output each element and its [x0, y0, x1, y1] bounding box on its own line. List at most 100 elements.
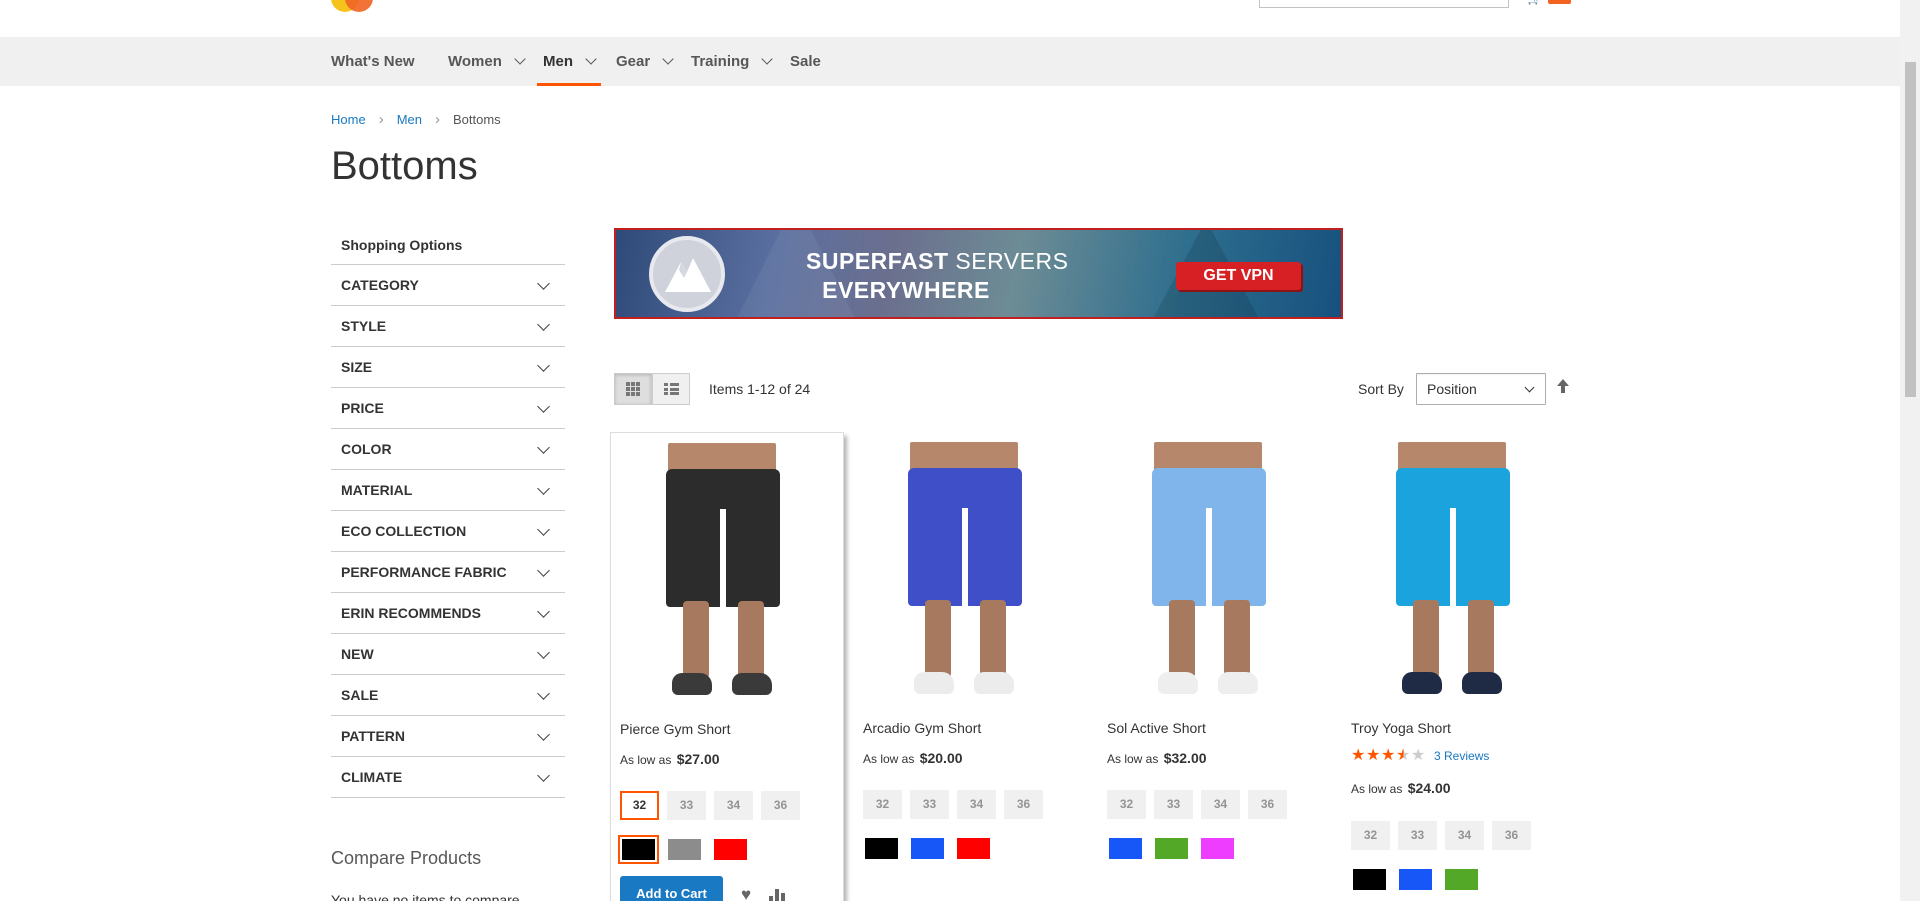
get-vpn-button[interactable]: GET VPN — [1176, 262, 1301, 290]
size-swatch[interactable]: 33 — [1398, 821, 1437, 850]
filter-performance-fabric[interactable]: PERFORMANCE FABRIC — [331, 552, 565, 593]
star-icon: ★ — [1366, 747, 1381, 764]
color-swatch[interactable] — [713, 838, 748, 861]
breadcrumb-home[interactable]: Home — [331, 112, 366, 127]
color-swatch[interactable] — [667, 838, 702, 861]
color-swatch[interactable] — [1444, 868, 1479, 891]
product-name[interactable]: Pierce Gym Short — [620, 721, 730, 737]
sort-direction-arrow-icon[interactable] — [1554, 379, 1572, 397]
filter-label: NEW — [341, 646, 374, 662]
color-swatch[interactable] — [1154, 837, 1189, 860]
color-swatch[interactable] — [1108, 837, 1143, 860]
filter-label: ERIN RECOMMENDS — [341, 605, 482, 621]
filter-eco-collection[interactable]: ECO COLLECTION — [331, 511, 565, 552]
wishlist-heart-icon[interactable]: ♥ — [741, 885, 751, 901]
mountain-logo-icon — [649, 236, 725, 312]
compare-chart-icon[interactable] — [769, 887, 787, 901]
product-card[interactable]: Pierce Gym Short As low as $27.00 32 33 … — [610, 432, 844, 901]
chevron-down-icon — [537, 605, 550, 618]
size-swatch[interactable]: 33 — [667, 791, 706, 820]
breadcrumb-separator-icon: › — [434, 111, 440, 128]
size-swatch[interactable]: 34 — [1445, 821, 1484, 850]
sort-by-select[interactable]: Position — [1416, 373, 1546, 405]
color-swatch[interactable] — [910, 837, 945, 860]
size-swatch[interactable]: 32 — [1107, 790, 1146, 819]
scrollbar-thumb[interactable] — [1905, 62, 1916, 397]
sort-by-value: Position — [1427, 381, 1477, 397]
product-name[interactable]: Troy Yoga Short — [1351, 720, 1451, 736]
filter-pattern[interactable]: PATTERN — [331, 716, 565, 757]
filter-price[interactable]: PRICE — [331, 388, 565, 429]
cart-counter-badge[interactable] — [1548, 0, 1571, 4]
reviews-link[interactable]: 3 Reviews — [1434, 749, 1489, 763]
filter-erin-recommends[interactable]: ERIN RECOMMENDS — [331, 593, 565, 634]
cart-icon[interactable]: 🛒 — [1527, 0, 1542, 4]
filter-color[interactable]: COLOR — [331, 429, 565, 470]
size-swatch[interactable]: 32 — [1351, 821, 1390, 850]
size-swatch[interactable]: 34 — [1201, 790, 1240, 819]
compare-products-title: Compare Products — [331, 848, 482, 868]
size-swatch[interactable]: 36 — [761, 791, 800, 820]
store-logo[interactable] — [331, 0, 377, 12]
chevron-down-icon — [537, 441, 550, 454]
size-swatch[interactable]: 36 — [1492, 821, 1531, 850]
grid-view-toggle[interactable] — [614, 373, 652, 405]
vpn-banner-ad[interactable]: SUPERFAST SERVERS EVERYWHERE GET VPN — [614, 228, 1343, 319]
list-view-toggle[interactable] — [652, 373, 690, 405]
chevron-down-icon — [537, 277, 550, 290]
color-swatch[interactable] — [618, 835, 659, 864]
filter-material[interactable]: MATERIAL — [331, 470, 565, 511]
search-input[interactable] — [1259, 0, 1509, 8]
color-swatch[interactable] — [956, 837, 991, 860]
nav-sale[interactable]: Sale — [790, 37, 821, 86]
add-to-cart-button[interactable]: Add to Cart — [620, 876, 723, 901]
nav-whats-new[interactable]: What's New — [331, 37, 415, 86]
nav-label: Women — [448, 52, 502, 70]
filter-sale[interactable]: SALE — [331, 675, 565, 716]
size-options: 32 33 34 36 — [1351, 821, 1531, 850]
color-swatch[interactable] — [864, 837, 899, 860]
filter-category[interactable]: CATEGORY — [331, 265, 565, 306]
size-swatch[interactable]: 34 — [957, 790, 996, 819]
price-prefix: As low as — [620, 753, 672, 767]
size-swatch[interactable]: 36 — [1248, 790, 1287, 819]
product-image[interactable] — [628, 443, 818, 708]
product-name[interactable]: Arcadio Gym Short — [863, 720, 981, 736]
nav-men[interactable]: Men — [537, 37, 601, 86]
breadcrumb-current: Bottoms — [452, 112, 501, 127]
nav-women[interactable]: Women — [448, 37, 526, 86]
product-image[interactable] — [870, 442, 1060, 707]
product-name[interactable]: Sol Active Short — [1107, 720, 1206, 736]
filter-climate[interactable]: CLIMATE — [331, 757, 565, 798]
nav-gear[interactable]: Gear — [616, 37, 674, 86]
price-value: $27.00 — [676, 751, 720, 767]
product-rating: ★ ★ ★ ★ ★ 3 Reviews — [1351, 747, 1489, 764]
filter-label: SALE — [341, 687, 379, 703]
size-swatch[interactable]: 32 — [863, 790, 902, 819]
product-image[interactable] — [1114, 442, 1304, 707]
size-swatch[interactable]: 32 — [620, 791, 659, 820]
price-prefix: As low as — [1107, 752, 1159, 766]
size-swatch[interactable]: 34 — [714, 791, 753, 820]
size-swatch[interactable]: 36 — [1004, 790, 1043, 819]
size-options: 32 33 34 36 — [863, 790, 1043, 819]
color-swatch[interactable] — [1200, 837, 1235, 860]
breadcrumb-separator-icon: › — [378, 111, 384, 128]
star-half-icon: ★ — [1396, 747, 1411, 764]
color-swatch[interactable] — [1352, 868, 1387, 891]
price-value: $32.00 — [1163, 750, 1207, 766]
main-navigation: What's New Women Men Gear Training Sale — [0, 37, 1900, 86]
page-scrollbar[interactable] — [1900, 0, 1920, 901]
items-count: Items 1-12 of 24 — [709, 381, 811, 397]
chevron-down-icon — [537, 482, 550, 495]
product-image[interactable] — [1358, 442, 1548, 707]
color-swatch[interactable] — [1398, 868, 1433, 891]
breadcrumb-men[interactable]: Men — [397, 112, 422, 127]
nav-training[interactable]: Training — [691, 37, 774, 86]
size-swatch[interactable]: 33 — [910, 790, 949, 819]
filter-new[interactable]: NEW — [331, 634, 565, 675]
filter-size[interactable]: SIZE — [331, 347, 565, 388]
filter-style[interactable]: STYLE — [331, 306, 565, 347]
size-swatch[interactable]: 33 — [1154, 790, 1193, 819]
nav-label: Training — [691, 52, 750, 70]
